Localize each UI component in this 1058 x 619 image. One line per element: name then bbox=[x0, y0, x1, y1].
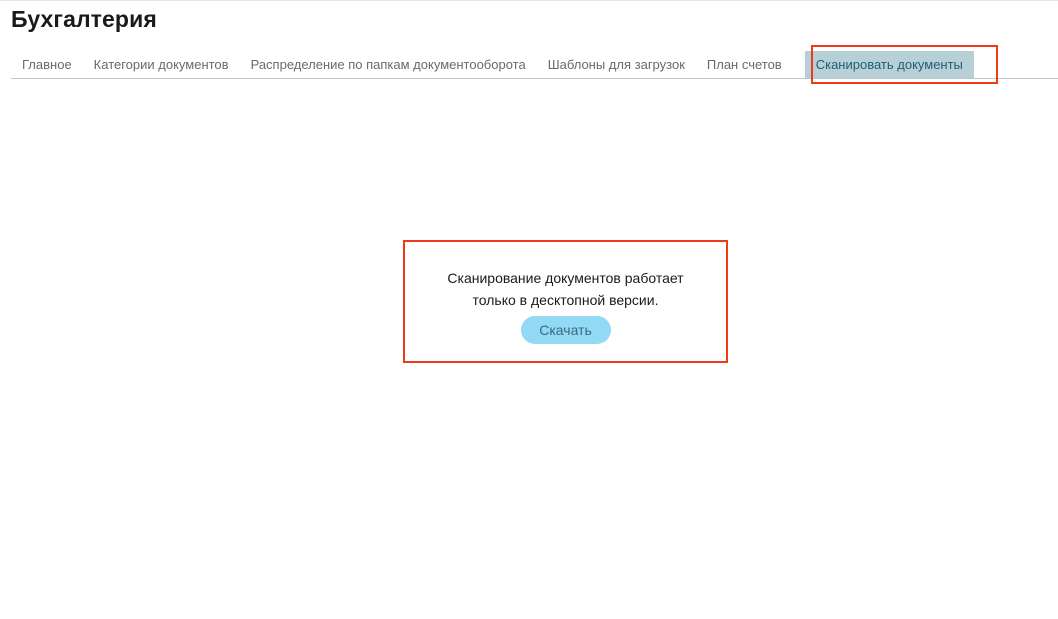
download-button[interactable]: Скачать bbox=[520, 316, 611, 344]
scan-notice-text: Сканирование документов работает только … bbox=[405, 267, 726, 311]
tab-main[interactable]: Главное bbox=[11, 51, 83, 78]
scan-notice-line-1: Сканирование документов работает bbox=[447, 270, 684, 286]
tab-chart-of-accounts[interactable]: План счетов bbox=[696, 51, 793, 78]
tab-folder-distribution[interactable]: Распределение по папкам документооборота bbox=[240, 51, 537, 78]
tab-bar: Главное Категории документов Распределен… bbox=[11, 51, 1058, 79]
tab-document-categories[interactable]: Категории документов bbox=[83, 51, 240, 78]
scan-notice-line-2: только в десктопной версии. bbox=[472, 292, 659, 308]
page-title: Бухгалтерия bbox=[11, 6, 157, 32]
tab-upload-templates[interactable]: Шаблоны для загрузок bbox=[537, 51, 696, 78]
page: Бухгалтерия Главное Категории документов… bbox=[0, 0, 1058, 619]
scan-notice-panel: Сканирование документов работает только … bbox=[403, 240, 728, 363]
tab-scan-documents[interactable]: Сканировать документы bbox=[804, 51, 974, 78]
